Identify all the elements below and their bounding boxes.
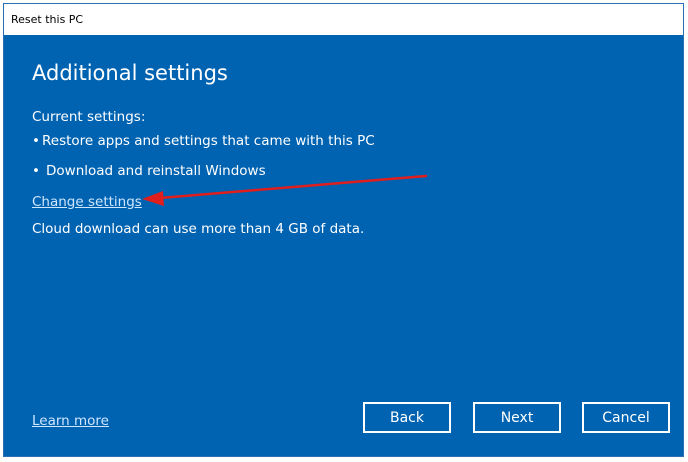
bullet-icon: • bbox=[32, 133, 40, 149]
current-settings-label: Current settings: bbox=[32, 109, 146, 125]
learn-more-link[interactable]: Learn more bbox=[32, 413, 109, 429]
setting-item: • Restore apps and settings that came wit… bbox=[32, 133, 375, 149]
setting-text: Restore apps and settings that came with… bbox=[42, 133, 375, 149]
reset-pc-dialog: Reset this PC Additional settings Curren… bbox=[3, 3, 684, 457]
page-heading: Additional settings bbox=[32, 61, 228, 85]
change-settings-link[interactable]: Change settings bbox=[32, 194, 142, 210]
cancel-button[interactable]: Cancel bbox=[582, 402, 670, 433]
bullet-icon: • bbox=[32, 163, 40, 179]
title-bar: Reset this PC bbox=[4, 4, 683, 35]
setting-text: Download and reinstall Windows bbox=[46, 163, 266, 179]
setting-item: • Download and reinstall Windows bbox=[32, 163, 266, 179]
window-title: Reset this PC bbox=[11, 13, 84, 26]
back-button[interactable]: Back bbox=[363, 402, 451, 433]
dialog-content: Additional settings Current settings: • R… bbox=[4, 35, 683, 456]
cloud-download-note: Cloud download can use more than 4 GB of… bbox=[32, 221, 365, 237]
next-button[interactable]: Next bbox=[473, 402, 561, 433]
